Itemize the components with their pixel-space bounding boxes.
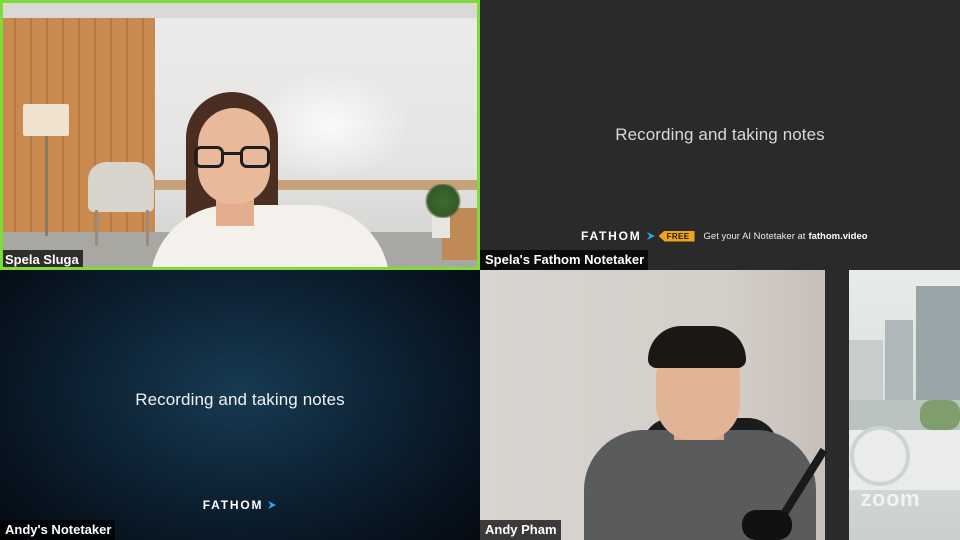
- background-chair: [88, 162, 154, 212]
- participant-name-label: Andy's Notetaker: [0, 520, 116, 540]
- participant-hair: [648, 326, 746, 368]
- chair-leg: [146, 210, 149, 246]
- ring-light: [850, 426, 910, 486]
- participant-name-label: Spela's Fathom Notetaker: [480, 250, 649, 270]
- glasses-bridge: [222, 152, 242, 155]
- fathom-logo: FATHOM: [0, 498, 480, 512]
- participant-tile-andy-notetaker[interactable]: Recording and taking notes FATHOM Andy's…: [0, 270, 480, 540]
- fathom-promo-bar: FATHOM FREE Get your AI Notetaker at fat…: [581, 228, 868, 244]
- microphone: [742, 510, 792, 540]
- chair-leg: [95, 210, 98, 246]
- glasses-lens: [240, 146, 270, 168]
- window-frame: [825, 270, 849, 540]
- lamp-shade: [23, 104, 69, 136]
- glasses-lens: [194, 146, 224, 168]
- free-badge: FREE: [658, 230, 695, 242]
- promo-link[interactable]: fathom.video: [808, 231, 867, 242]
- participant-tile-andy[interactable]: zoom Andy Pham: [480, 270, 960, 540]
- zoom-watermark: zoom: [860, 486, 920, 511]
- fathom-brand: FATHOM: [581, 229, 642, 243]
- participant-tile-spela-notetaker[interactable]: Recording and taking notes FATHOM FREE G…: [480, 0, 960, 270]
- trees: [920, 400, 960, 430]
- background-ceiling: [0, 0, 480, 18]
- recording-message: Recording and taking notes: [615, 125, 825, 144]
- fathom-chevron-icon: [268, 501, 277, 509]
- recording-message: Recording and taking notes: [135, 390, 345, 409]
- participant-name-label: Spela Sluga: [0, 250, 83, 270]
- fathom-brand: FATHOM: [202, 498, 264, 512]
- meeting-gallery: Spela Sluga Recording and taking notes F…: [0, 0, 960, 540]
- lamp-pole: [45, 136, 48, 236]
- participant-tile-spela[interactable]: Spela Sluga: [0, 0, 480, 270]
- promo-text: Get your AI Notetaker at: [703, 230, 806, 242]
- fathom-chevron-icon: [646, 232, 655, 240]
- plant: [424, 184, 462, 218]
- participant-name-label: Andy Pham: [480, 520, 561, 540]
